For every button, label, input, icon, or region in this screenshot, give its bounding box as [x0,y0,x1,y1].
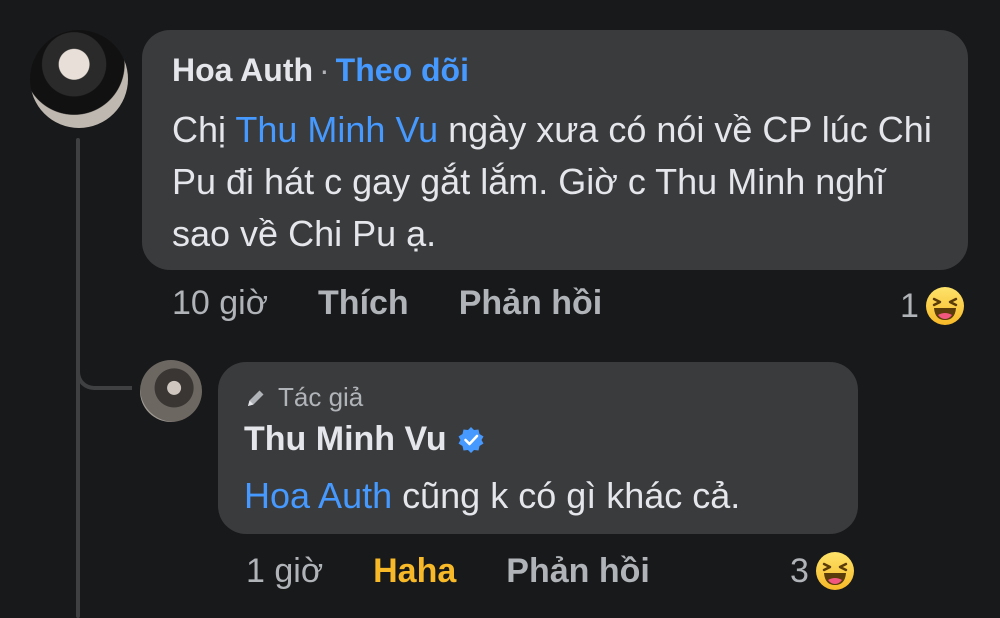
reply-text: Hoa Auth cũng k có gì khác cả. [244,472,740,520]
reply-bubble: Tác giả Thu Minh Vu Hoa Auth cũng k có g… [218,362,858,534]
avatar[interactable] [30,30,128,128]
separator-dot: · [319,52,330,88]
reply-button[interactable]: Phản hồi [459,284,603,323]
follow-button[interactable]: Theo dõi [336,52,469,88]
reply-button[interactable]: Phản hồi [506,552,650,591]
reply-timestamp[interactable]: 1 giờ [246,552,323,591]
mention-link[interactable]: Hoa Auth [244,475,392,516]
comment-text-start: Chị [172,109,236,150]
reply-actions: 1 giờ Haha Phản hồi [246,552,700,591]
reaction-count: 3 [790,551,809,590]
verified-icon [458,426,484,453]
author-badge-label: Tác giả [278,382,364,412]
reaction-summary[interactable]: 3 [790,551,855,591]
haha-icon [925,287,964,325]
comment-timestamp[interactable]: 10 giờ [172,284,268,323]
pencil-icon [248,390,264,406]
reply-text-rest: cũng k có gì khác cả. [392,475,741,516]
comment-text: Chị Thu Minh Vu ngày xưa có nói về CP lú… [172,104,952,260]
reaction-summary[interactable]: 1 [900,286,965,326]
avatar[interactable] [140,360,202,422]
haha-reaction-button[interactable]: Haha [373,552,456,591]
reply-connector [76,330,132,390]
reply-header: Thu Minh Vu [244,420,485,459]
reply-author[interactable]: Thu Minh Vu [244,420,447,459]
comment-header: Hoa Auth · Theo dõi [172,52,469,89]
comment-actions: 10 giờ Thích Phản hồi [172,284,652,323]
haha-icon [815,552,854,590]
like-button[interactable]: Thích [318,284,409,323]
comment-author[interactable]: Hoa Auth [172,52,313,88]
mention-link[interactable]: Thu Minh Vu [235,109,438,150]
comment-bubble: Hoa Auth · Theo dõi Chị Thu Minh Vu ngày x… [142,30,968,270]
author-badge: Tác giả [244,382,363,413]
reaction-count: 1 [900,286,919,325]
